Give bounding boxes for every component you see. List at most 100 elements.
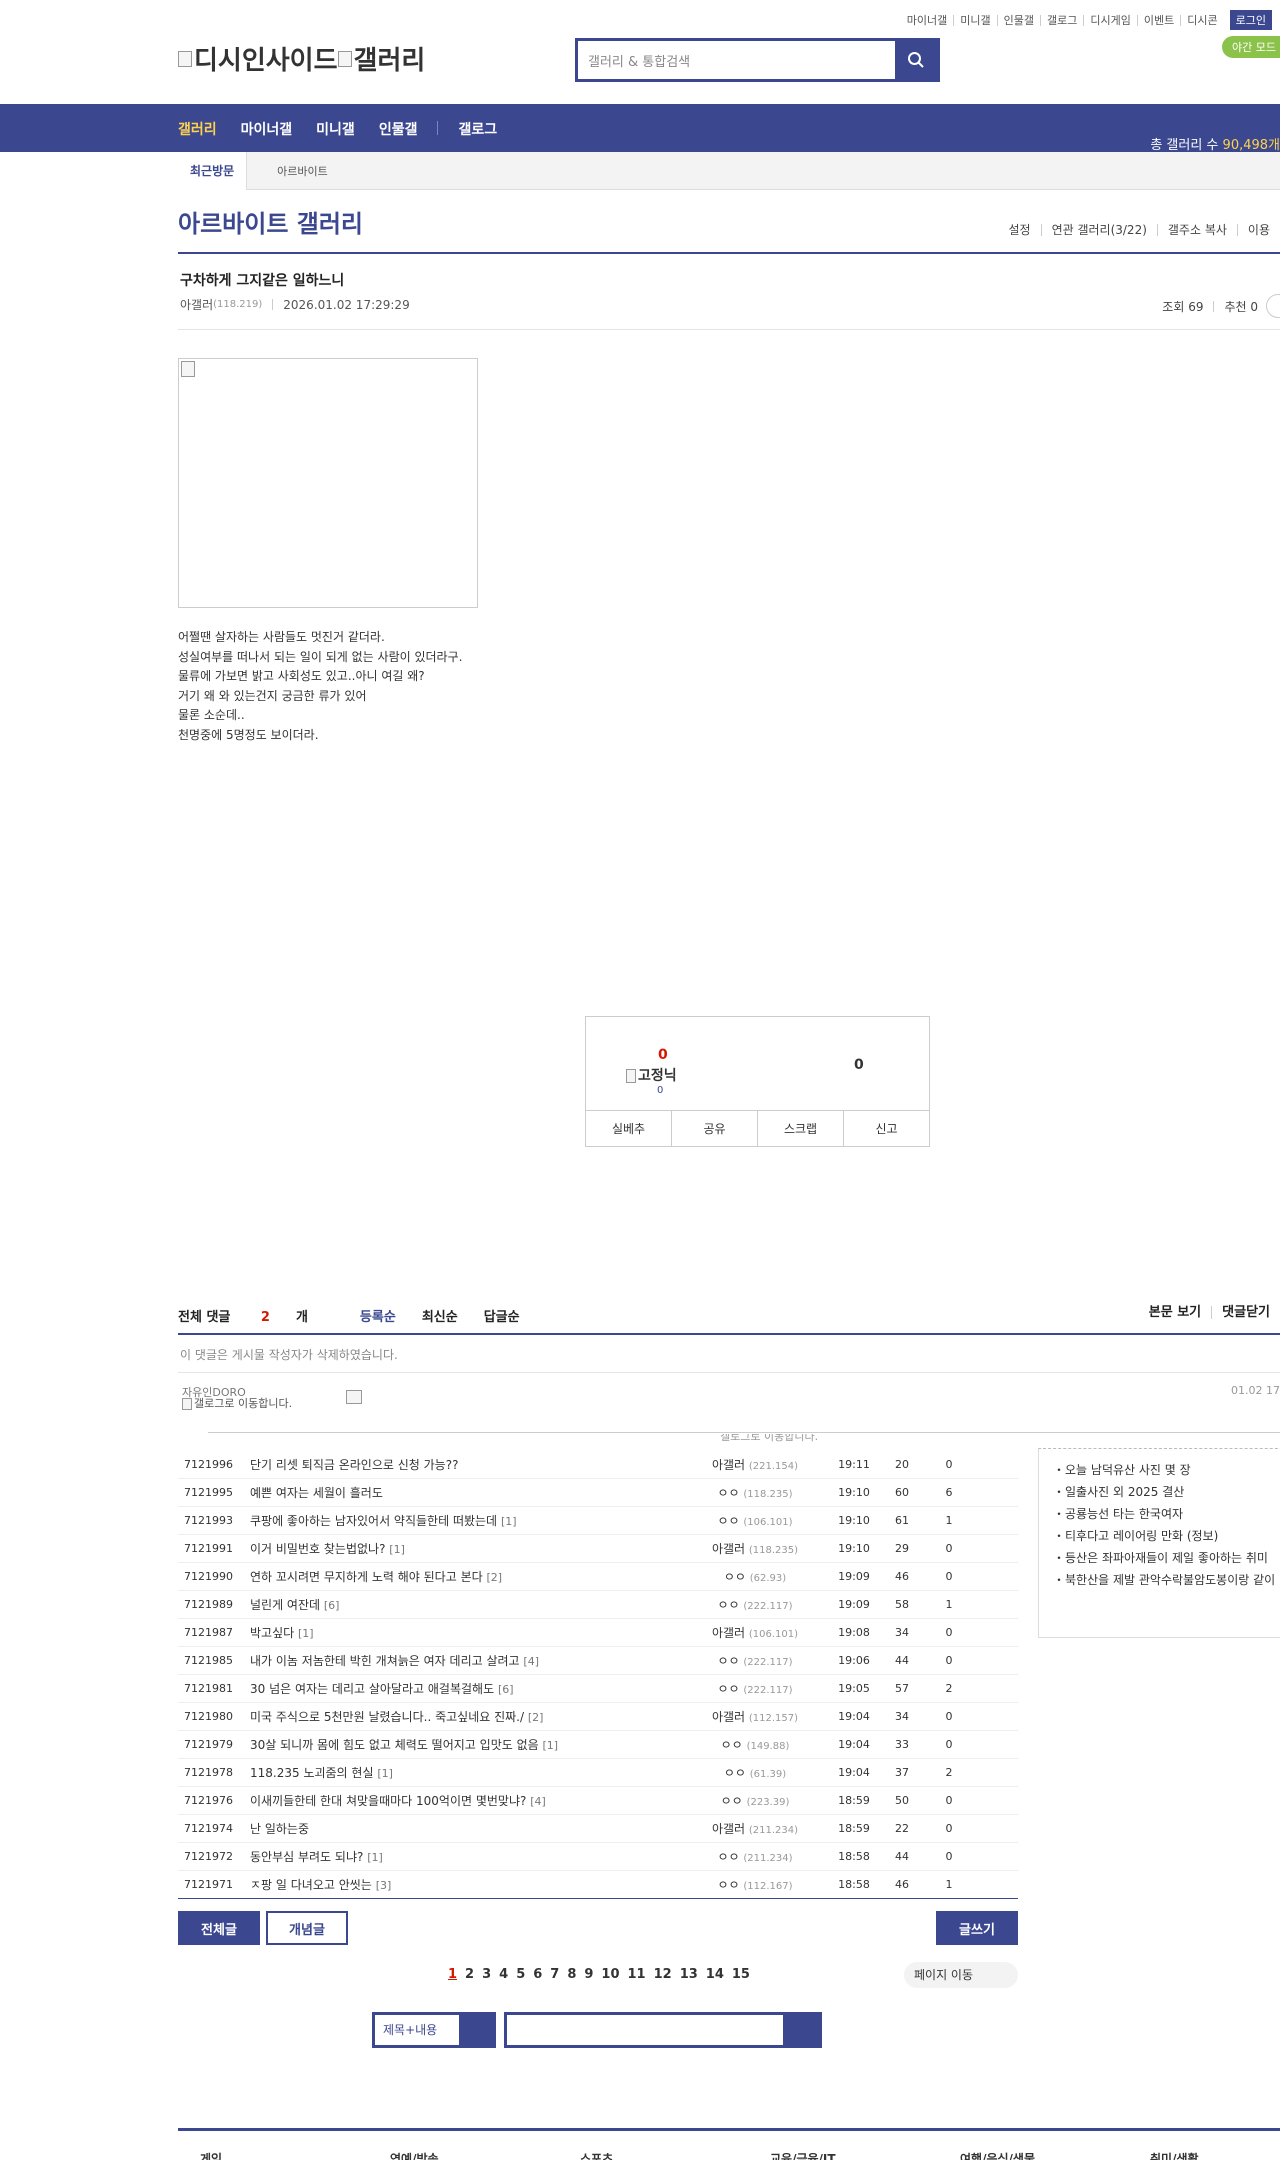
post-writer[interactable]: ㅇㅇ (222.117) [682,1680,828,1697]
post-writer[interactable]: 아갤러 (112.157) [682,1708,828,1725]
post-subject[interactable]: 이거 비밀번호 찾는법없나? [1] [250,1540,682,1557]
side-news-item[interactable]: ・티후다고 레이어링 만화 (정보) [1053,1525,1280,1547]
page-link[interactable]: 5 [516,1967,525,1982]
post-subject[interactable]: 30 넘은 여자는 데리고 살아달라고 애걸복걸해도 [6] [250,1680,682,1697]
write-button[interactable]: 글쓰기 [936,1911,1018,1945]
top-link[interactable]: 갤로그 [1040,14,1083,26]
search-type-select[interactable]: 제목+내용 [372,2012,496,2048]
post-writer[interactable]: ㅇㅇ (223.39) [682,1792,828,1809]
post-image[interactable] [178,358,478,608]
share-button[interactable]: 공유 [671,1111,757,1146]
page-link[interactable]: 14 [706,1967,724,1982]
gallog-link[interactable]: 갤로그로 이동합니다. [182,1398,312,1410]
side-news-item[interactable]: ・일출사진 외 2025 결산 [1053,1481,1280,1503]
table-row[interactable]: 7121995 예쁜 여자는 세월이 흘러도 ㅇㅇ (118.235) 19:10 6… [178,1479,1018,1507]
table-row[interactable]: 7121990 연하 꼬시려면 무지하게 노력 해야 된다고 본다 [2] ㅇㅇ (… [178,1563,1018,1591]
site-logo[interactable]: 디시인사이드 갤러리 [178,40,425,77]
real-best-button[interactable]: 실베추 [586,1111,671,1146]
post-subject[interactable]: ㅈ팡 일 다녀오고 안씻는 [3] [250,1876,682,1893]
side-news-item[interactable]: ・오늘 남덕유산 사진 몇 장 [1053,1459,1280,1481]
post-subject[interactable]: 단기 리셋 퇴직금 온라인으로 신청 가능?? [250,1456,682,1473]
top-link[interactable]: 디시게임 [1083,14,1136,26]
top-link[interactable]: 디시콘 [1180,14,1223,26]
nav-item-gallery[interactable]: 갤러리 [178,119,217,139]
side-news-item[interactable]: ・등산은 좌파아재들이 제일 좋아하는 취미 [1053,1547,1280,1569]
post-subject[interactable]: 쿠팡에 좋아하는 남자있어서 약직들한테 떠봤는데 [1] [250,1512,682,1529]
footer-cat[interactable]: 여행/음식/생물 [960,2150,1150,2160]
post-writer[interactable]: ㅇㅇ (112.167) [682,1876,828,1893]
close-comments-button[interactable]: 댓글닫기 [1211,1306,1280,1319]
sort-replies[interactable]: 답글순 [484,1306,520,1325]
post-search-button[interactable] [783,2015,819,2045]
usage-link[interactable]: 이용 [1236,224,1280,236]
page-link[interactable]: 3 [482,1967,491,1982]
post-subject[interactable]: 동안부심 부려도 되냐? [1] [250,1848,682,1865]
post-writer[interactable]: ㅇㅇ (61.39) [682,1764,828,1781]
post-search-input[interactable] [507,2015,783,2045]
page-link[interactable]: 9 [584,1967,593,1982]
post-writer[interactable]: 아갤러 (221.154) [682,1456,828,1473]
table-row[interactable]: 7121972 동안부심 부려도 되냐? [1] ㅇㅇ (211.234) 18:58… [178,1843,1018,1871]
search-button[interactable] [895,41,937,79]
sort-registered[interactable]: 등록순 [360,1306,396,1325]
post-writer[interactable]: ㅇㅇ (62.93) [682,1568,828,1585]
settings-link[interactable]: 설정 [998,224,1040,236]
page-link[interactable]: 15 [732,1967,750,1982]
post-author[interactable]: 아갤러 [180,296,213,313]
footer-cat[interactable]: 게임 [200,2150,390,2160]
post-subject[interactable]: 내가 이놈 저놈한테 박힌 개쳐늙은 여자 데리고 살려고 [4] [250,1652,682,1669]
gallog-banner[interactable]: 갤로그로 이동합니다. [720,1434,818,1446]
concept-posts-button[interactable]: 개념글 [266,1911,348,1945]
page-link[interactable]: 2 [465,1967,474,1982]
page-link[interactable]: 11 [628,1967,646,1982]
scrap-button[interactable]: 스크랩 [757,1111,843,1146]
post-subject[interactable]: 널린게 여잔데 [6] [250,1596,682,1613]
related-gallery-link[interactable]: 연관 갤러리(3/22) [1040,224,1157,236]
more-options-button[interactable] [1266,294,1280,318]
login-button[interactable]: 로그인 [1229,10,1272,30]
post-subject[interactable]: 이새끼들한테 한대 쳐맞을때마다 100억이면 몇번맞냐? [4] [250,1792,682,1809]
table-row[interactable]: 7121981 30 넘은 여자는 데리고 살아달라고 애걸복걸해도 [6] ㅇㅇ … [178,1675,1018,1703]
post-writer[interactable]: 아갤러 (118.235) [682,1540,828,1557]
table-row[interactable]: 7121985 내가 이놈 저놈한테 박힌 개쳐늙은 여자 데리고 살려고 [4]… [178,1647,1018,1675]
copy-address-link[interactable]: 갤주소 복사 [1156,224,1237,236]
post-writer[interactable]: ㅇㅇ (106.101) [682,1512,828,1529]
table-row[interactable]: 7121996 단기 리셋 퇴직금 온라인으로 신청 가능?? 아갤러 (221.… [178,1451,1018,1479]
post-writer[interactable]: 아갤러 (211.234) [682,1820,828,1837]
nav-item-gallog[interactable]: 갤로그 [458,119,497,139]
top-link[interactable]: 미니갤 [953,14,996,26]
table-row[interactable]: 7121993 쿠팡에 좋아하는 남자있어서 약직들한테 떠봤는데 [1] ㅇㅇ (… [178,1507,1018,1535]
post-writer[interactable]: 아갤러 (106.101) [682,1624,828,1641]
post-writer[interactable]: ㅇㅇ (149.88) [682,1736,828,1753]
table-row[interactable]: 7121979 30살 되니까 몸에 힘도 없고 체력도 떨어지고 입맛도 없음 … [178,1731,1018,1759]
table-row[interactable]: 7121978 118.235 노괴줌의 현실 [1] ㅇㅇ (61.39) 19:0… [178,1759,1018,1787]
report-button[interactable]: 신고 [843,1111,929,1146]
post-subject[interactable]: 난 일하는중 [250,1820,682,1837]
post-subject[interactable]: 연하 꼬시려면 무지하게 노력 해야 된다고 본다 [2] [250,1568,682,1585]
table-row[interactable]: 7121974 난 일하는중 아갤러 (211.234) 18:59 22 0 [178,1815,1018,1843]
all-posts-button[interactable]: 전체글 [178,1911,260,1945]
post-subject[interactable]: 박고싶다 [1] [250,1624,682,1641]
footer-cat[interactable]: 교육/금융/IT [770,2150,960,2160]
recent-item[interactable]: 아르바이트 [277,163,328,179]
table-row[interactable]: 7121971 ㅈ팡 일 다녀오고 안씻는 [3] ㅇㅇ (112.167) 18:5… [178,1871,1018,1899]
post-subject[interactable]: 예쁜 여자는 세월이 흘러도 [250,1484,682,1501]
table-row[interactable]: 7121976 이새끼들한테 한대 쳐맞을때마다 100억이면 몇번맞냐? [4]… [178,1787,1018,1815]
gallery-title[interactable]: 아르바이트 갤러리 [178,204,363,239]
page-link[interactable]: 1 [448,1967,457,1982]
table-row[interactable]: 7121980 미국 주식으로 5천만원 날렸습니다.. 죽고싶네요 진짜./ [… [178,1703,1018,1731]
sort-latest[interactable]: 최신순 [422,1306,458,1325]
side-news-item[interactable]: ・공룡능선 타는 한국여자 [1053,1503,1280,1525]
downvote-count[interactable]: 0 [854,1057,864,1073]
table-row[interactable]: 7121987 박고싶다 [1] 아갤러 (106.101) 19:08 34 0 [178,1619,1018,1647]
post-writer[interactable]: ㅇㅇ (222.117) [682,1652,828,1669]
page-link[interactable]: 13 [680,1967,698,1982]
side-news-item[interactable]: ・북한산을 제발 관악수락불암도봉이랑 같이 [1053,1569,1280,1591]
footer-cat[interactable]: 스포츠 [580,2150,770,2160]
footer-cat[interactable]: 연예/방송 [390,2150,580,2160]
night-mode-button[interactable]: 야간 모드 [1222,36,1280,58]
search-input[interactable]: 갤러리 & 통합검색 [578,41,895,79]
page-link[interactable]: 8 [567,1967,576,1982]
nav-item-person[interactable]: 인물갤 [379,119,418,139]
view-body-button[interactable]: 본문 보기 [1139,1306,1211,1319]
